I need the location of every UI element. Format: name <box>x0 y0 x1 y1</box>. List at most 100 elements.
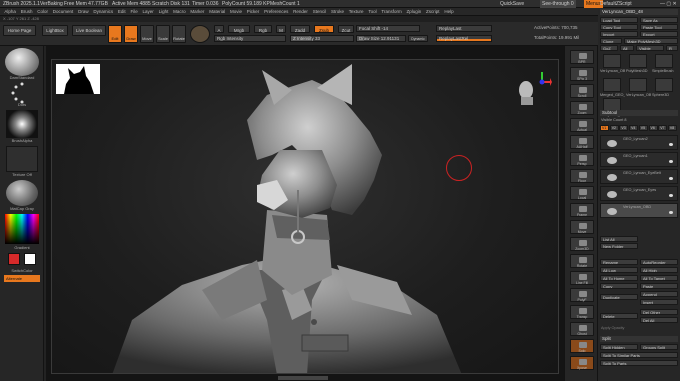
a-toggle[interactable]: A <box>214 25 224 33</box>
shelf-solo-button[interactable]: Solo <box>570 339 594 353</box>
goz-button[interactable]: GoZ <box>600 45 618 51</box>
menu-marker[interactable]: Marker <box>188 8 207 15</box>
dynamic-toggle[interactable]: Dynamic <box>408 35 428 42</box>
menu-movie[interactable]: Movie <box>228 8 245 15</box>
split-parts-button[interactable]: Split To Parts <box>600 360 678 366</box>
shelf-line-fill-button[interactable]: Line Fill <box>570 271 594 285</box>
secondary-color-swatch[interactable] <box>24 253 36 265</box>
menu-help[interactable]: Help <box>442 8 456 15</box>
visibility-level-v3[interactable]: V3 <box>619 125 629 131</box>
default-zscript-button[interactable]: DefaultZScript <box>600 0 632 8</box>
shelf-bpr-button[interactable]: BPR <box>570 50 594 64</box>
live-boolean-button[interactable]: Live Boolean <box>72 25 106 36</box>
shelf-scroll-button[interactable]: Scroll <box>570 84 594 98</box>
shelf-transp-button[interactable]: Transp <box>570 305 594 319</box>
menu-stroke[interactable]: Stroke <box>329 8 347 15</box>
subtool-row[interactable]: GEO_Lyncan_Eyes <box>600 186 678 201</box>
shelf-ghost-button[interactable]: Ghost <box>570 322 594 336</box>
menu-alpha[interactable]: Alpha <box>2 8 18 15</box>
menu-stencil[interactable]: Stencil <box>310 8 328 15</box>
replay-last-rel-button[interactable]: ReplayLastRel <box>436 35 492 42</box>
all-button[interactable]: All <box>620 45 634 51</box>
list-all-button[interactable]: List All <box>600 236 638 242</box>
primary-color-swatch[interactable] <box>8 253 20 265</box>
see-through-slider[interactable]: See-through 0 <box>540 0 576 8</box>
duplicate-button[interactable]: Duplicate <box>600 294 638 300</box>
menu-zscript[interactable]: Zscript <box>424 8 442 15</box>
visibility-level-v2[interactable]: V2 <box>609 125 619 131</box>
scale-mode-button[interactable]: Scale <box>156 25 170 43</box>
menu-dynamics[interactable]: Dynamics <box>91 8 116 15</box>
home-page-button[interactable]: Home Page <box>3 25 36 36</box>
autoreorder-button[interactable]: AutoReorder <box>640 259 678 265</box>
groups-split-button[interactable]: Groups Split <box>640 344 678 350</box>
eye-icon[interactable] <box>669 177 673 180</box>
tool-thumbnail[interactable] <box>629 78 647 92</box>
menu-light[interactable]: Light <box>156 8 171 15</box>
clone-button[interactable]: Clone <box>600 38 622 44</box>
subtool-header[interactable]: Subtool <box>600 110 678 116</box>
export-button[interactable]: Export <box>640 31 678 37</box>
eye-icon[interactable] <box>669 160 673 163</box>
r-button[interactable]: R <box>666 45 678 51</box>
viewport-scrollbar[interactable] <box>278 376 328 380</box>
shelf-zoom3d-button[interactable]: Zoom3D <box>570 237 594 251</box>
visibility-level-v6[interactable]: V6 <box>648 125 658 131</box>
dots-stroke-icon[interactable] <box>10 82 34 104</box>
menu-layer[interactable]: Layer <box>140 8 156 15</box>
zcut-toggle[interactable]: Zcut <box>338 25 354 33</box>
copy-subtool-button[interactable]: Copy <box>600 283 638 289</box>
focal-shift-slider[interactable]: Focal Shift -14 <box>356 25 420 32</box>
all-low-button[interactable]: All Low <box>600 267 638 273</box>
shelf-local-button[interactable]: Local <box>570 186 594 200</box>
material-sphere-icon[interactable] <box>190 25 210 43</box>
shelf-spix-3-button[interactable]: SPix 3 <box>570 67 594 81</box>
zsub-toggle[interactable]: Zsub <box>314 25 334 33</box>
paste-tool-button[interactable]: Paste Tool <box>640 24 678 30</box>
shelf-persp-button[interactable]: Persp <box>570 152 594 166</box>
alpha-thumbnail-icon[interactable] <box>6 110 38 138</box>
shelf-xpose-button[interactable]: Xpose <box>570 356 594 370</box>
menu-texture[interactable]: Texture <box>346 8 366 15</box>
save-as-button[interactable]: Save As <box>640 17 678 23</box>
menu-edit[interactable]: Edit <box>116 8 129 15</box>
import-button[interactable]: Import <box>600 31 638 37</box>
menu-draw[interactable]: Draw <box>76 8 91 15</box>
eye-icon[interactable] <box>669 143 673 146</box>
tool-thumbnail[interactable] <box>603 54 621 68</box>
shelf-polyf-button[interactable]: PolyF <box>570 288 594 302</box>
shelf-aahalf-button[interactable]: AAHalf <box>570 135 594 149</box>
wolf-sculpt-model[interactable] <box>52 60 559 374</box>
matcap-thumbnail-icon[interactable] <box>6 180 38 206</box>
edit-mode-button[interactable]: Edit <box>108 25 122 43</box>
subtool-row[interactable]: GEO_Lyncan1 <box>600 152 678 167</box>
new-folder-button[interactable]: New Folder <box>600 243 638 249</box>
all-high-button[interactable]: All High <box>640 267 678 273</box>
mrgb-toggle[interactable]: Mrgb <box>228 25 250 33</box>
visibility-level-v4[interactable]: V4 <box>629 125 639 131</box>
alternate-button[interactable]: Alternate <box>4 275 40 282</box>
shelf-move-button[interactable]: Move <box>570 220 594 234</box>
eye-icon[interactable] <box>669 211 673 214</box>
menu-picker[interactable]: Picker <box>244 8 261 15</box>
rotate-mode-button[interactable]: Rotate <box>172 25 186 43</box>
shelf-actual-button[interactable]: Actual <box>570 118 594 132</box>
visibility-level-v5[interactable]: V5 <box>638 125 648 131</box>
tool-thumbnail[interactable] <box>655 78 673 92</box>
eye-icon[interactable] <box>669 194 673 197</box>
shelf-rotate-button[interactable]: Rotate <box>570 254 594 268</box>
del-all-button[interactable]: Del All <box>640 317 678 323</box>
menu-zplugin[interactable]: Zplugin <box>404 8 424 15</box>
shelf-frame-button[interactable]: Frame <box>570 203 594 217</box>
menu-color[interactable]: Color <box>35 8 51 15</box>
quicksave-button[interactable]: QuickSave <box>500 0 524 8</box>
menu-render[interactable]: Render <box>291 8 311 15</box>
tool-thumbnail[interactable] <box>655 54 673 68</box>
insert-button[interactable]: Insert <box>640 299 678 305</box>
visibility-level-v1[interactable]: V1 <box>600 125 609 131</box>
menu-preferences[interactable]: Preferences <box>262 8 291 15</box>
brush-thumbnail-icon[interactable] <box>5 48 39 76</box>
subtool-row[interactable]: GEO_Lyncan_EyeBelt <box>600 169 678 184</box>
draw-mode-button[interactable]: Draw <box>124 25 138 43</box>
tool-thumbnail[interactable] <box>603 78 621 92</box>
